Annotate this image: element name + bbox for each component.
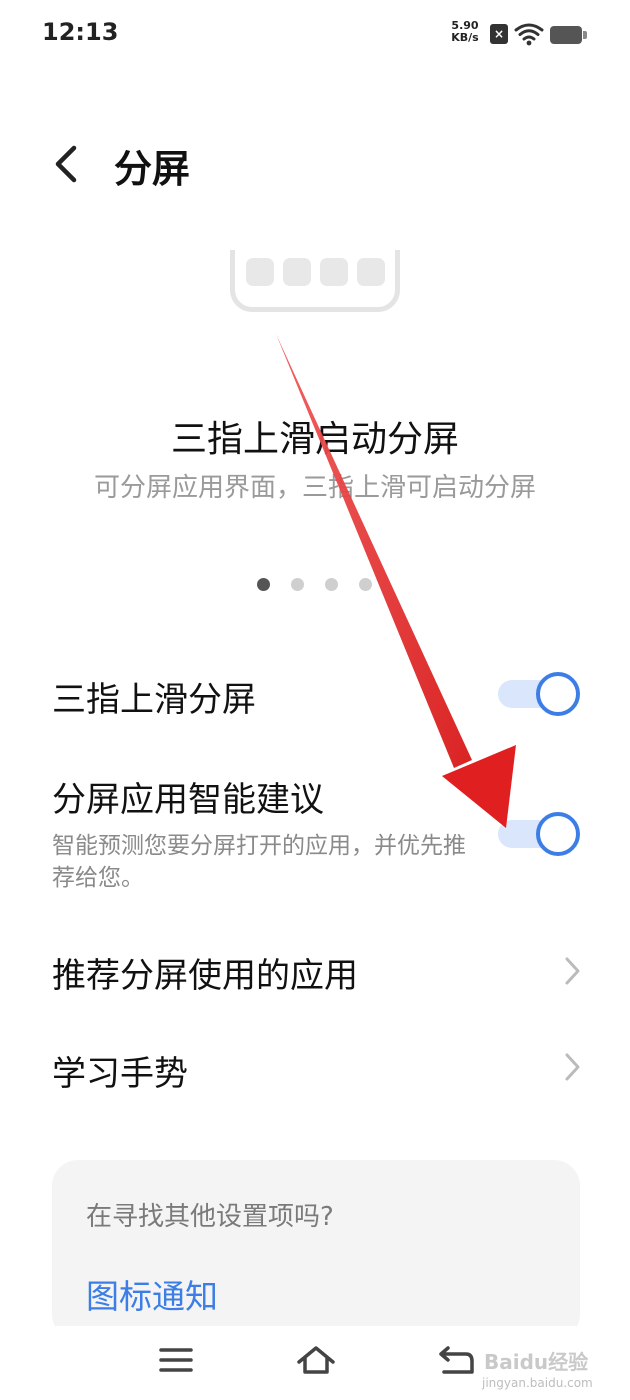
page-dot[interactable] xyxy=(291,578,304,591)
icon-notification-link[interactable]: 图标通知 xyxy=(86,1270,218,1318)
battery-tip xyxy=(583,31,587,39)
page-dot[interactable] xyxy=(359,578,372,591)
banner-title: 三指上滑启动分屏 xyxy=(170,419,459,460)
learn-gesture-label[interactable]: 学习手势 xyxy=(52,1046,188,1095)
chevron-right-icon[interactable] xyxy=(562,954,584,988)
menu-icon[interactable] xyxy=(156,1340,196,1380)
smart-suggestion-label: 分屏应用智能建议 xyxy=(52,780,324,820)
suggestion-card-title: 在寻找其他设置项吗? xyxy=(86,1202,334,1232)
smart-suggestion-description: 智能预测您要分屏打开的应用，并优先推荐给您。 xyxy=(52,833,466,891)
network-speed-unit: KB/s xyxy=(451,31,479,44)
wifi-icon xyxy=(514,23,544,46)
dock-app-placeholder xyxy=(246,258,274,286)
toggle-knob xyxy=(536,672,580,716)
status-time: 12:13 xyxy=(42,18,119,46)
x-icon: × xyxy=(490,24,508,44)
network-speed: 5.90 KB/s xyxy=(446,20,484,44)
page-title: 分屏 xyxy=(114,147,191,191)
home-icon[interactable] xyxy=(296,1340,336,1380)
page-dot[interactable] xyxy=(325,578,338,591)
dock-app-placeholder xyxy=(357,258,385,286)
chevron-left-icon[interactable] xyxy=(46,140,86,188)
recommended-apps-label[interactable]: 推荐分屏使用的应用 xyxy=(52,948,358,997)
battery-icon xyxy=(550,26,582,44)
three-finger-split-toggle[interactable] xyxy=(498,672,580,716)
page-dot-active[interactable] xyxy=(257,578,270,591)
toggle-knob xyxy=(536,812,580,856)
smart-suggestion-toggle[interactable] xyxy=(498,812,580,856)
watermark-logo: Baidu经验 xyxy=(484,1350,589,1374)
back-icon[interactable] xyxy=(436,1340,476,1380)
three-finger-split-label: 三指上滑分屏 xyxy=(52,680,256,720)
dock-app-placeholder xyxy=(283,258,311,286)
watermark-url: jingyan.baidu.com xyxy=(482,1376,593,1390)
banner-subtitle: 可分屏应用界面，三指上滑可启动分屏 xyxy=(93,473,536,503)
dock-app-placeholder xyxy=(320,258,348,286)
chevron-right-icon[interactable] xyxy=(562,1050,584,1084)
